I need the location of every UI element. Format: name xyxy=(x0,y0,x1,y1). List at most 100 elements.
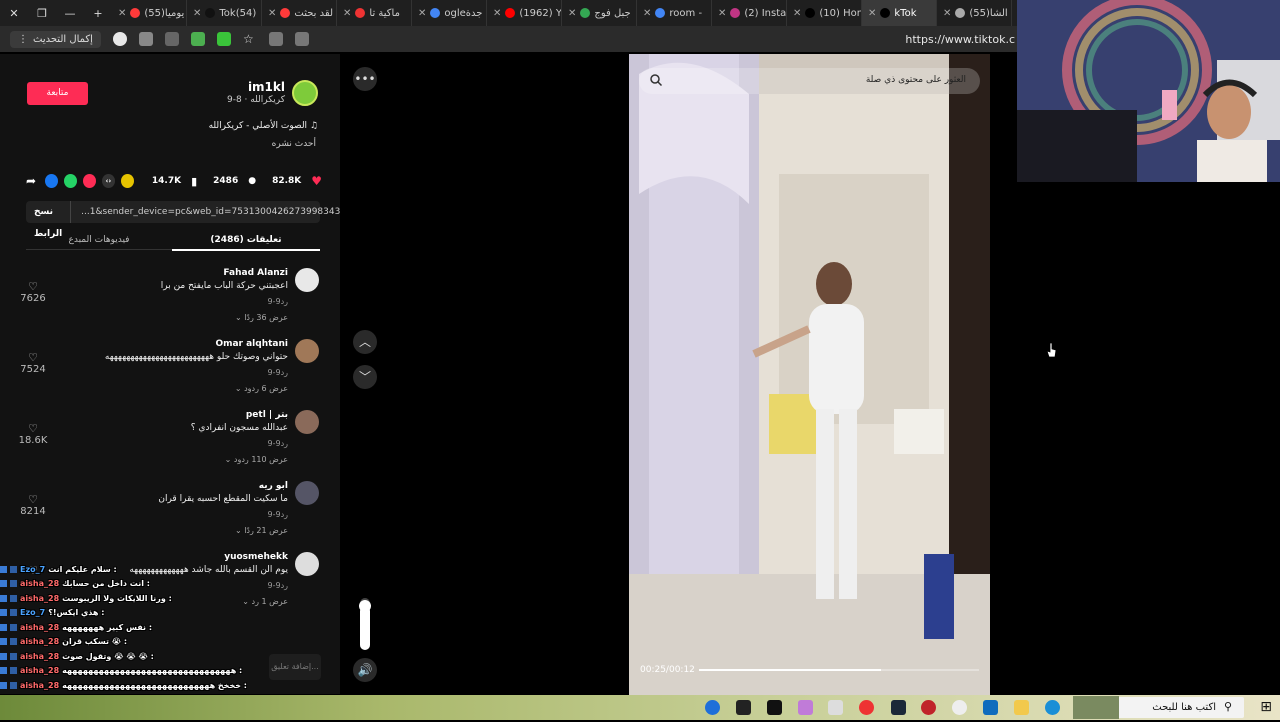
username[interactable]: im1kl xyxy=(248,80,285,94)
close-tab-icon[interactable]: ✕ xyxy=(718,8,726,19)
next-video-button[interactable]: ﹀ xyxy=(353,365,377,389)
close-tab-icon[interactable]: ✕ xyxy=(193,8,201,19)
browser-tab[interactable]: ✕ ogleجدة xyxy=(412,0,487,26)
browser-tab[interactable]: ✕ (55)الشا xyxy=(937,0,1012,26)
video-search-box[interactable]: العثور على محتوى ذي صلة xyxy=(639,68,980,94)
reply-link[interactable]: رد xyxy=(281,368,288,377)
close-tab-icon[interactable]: ✕ xyxy=(418,8,426,19)
previous-video-button[interactable]: ︿ xyxy=(353,330,377,354)
comment-icon[interactable]: ● xyxy=(248,176,256,186)
folder-icon[interactable] xyxy=(1014,700,1029,715)
comment-author[interactable]: yuosmehekk xyxy=(224,552,288,562)
translate-icon[interactable] xyxy=(268,32,283,46)
send-icon[interactable] xyxy=(82,174,96,188)
comment-like[interactable]: ♡ 7524 xyxy=(18,351,48,375)
close-tab-icon[interactable]: ✕ xyxy=(343,8,351,19)
close-tab-icon[interactable]: ✕ xyxy=(643,8,651,19)
close-tab-icon[interactable]: ✕ xyxy=(793,8,801,19)
browser-tab[interactable]: ✕ ماكية تا xyxy=(337,0,412,26)
comment-like[interactable]: ♡ 18.6K xyxy=(18,422,48,446)
taskbar-app-icon-8[interactable] xyxy=(921,700,936,715)
avatar[interactable] xyxy=(295,339,319,363)
avatar[interactable] xyxy=(295,552,319,576)
facebook-icon[interactable] xyxy=(44,174,58,188)
restore-window-icon[interactable]: ❐ xyxy=(28,7,56,20)
windows-start-icon[interactable]: ⊞ xyxy=(1260,699,1272,715)
close-tab-icon[interactable]: ✕ xyxy=(268,8,276,19)
copy-link-button[interactable]: نسخ الرابط xyxy=(26,201,72,239)
close-tab-icon[interactable]: ✕ xyxy=(493,8,501,19)
taskbar-app-icon-5[interactable] xyxy=(828,700,843,715)
taskbar-app-icon-3[interactable] xyxy=(767,700,782,715)
video-player[interactable]: العثور على محتوى ذي صلة 00:25/00:12 xyxy=(629,54,990,695)
avatar[interactable] xyxy=(292,80,318,106)
sound-label[interactable]: ♫ الصوت الأصلي - كريكرالله xyxy=(209,121,318,131)
comment-author[interactable]: petl | بتر xyxy=(246,410,288,420)
tab-search-icon[interactable] xyxy=(138,32,153,46)
taskbar-app-icon-2[interactable] xyxy=(736,700,751,715)
video-progress-bar[interactable] xyxy=(699,669,979,671)
share-arrow-icon[interactable]: ➦ xyxy=(26,174,39,188)
bookmark-star-icon[interactable]: ☆ xyxy=(243,32,257,46)
comment-author[interactable]: ابو ريه xyxy=(259,481,288,491)
browser-tab[interactable]: ✕ (2) Insta xyxy=(712,0,787,26)
avatar[interactable] xyxy=(295,410,319,434)
reply-link[interactable]: رد xyxy=(281,510,288,519)
whatsapp-icon[interactable] xyxy=(63,174,77,188)
reply-link[interactable]: رد xyxy=(281,439,288,448)
browser-tab[interactable]: ✕ (10) Hom xyxy=(787,0,862,26)
close-tab-icon[interactable]: ✕ xyxy=(943,8,951,19)
bookmark-icon[interactable]: ▮ xyxy=(191,175,197,188)
taskbar-app-icon-4[interactable] xyxy=(798,700,813,715)
browser-tab[interactable]: ✕ لقد بحثت xyxy=(262,0,337,26)
shield-icon[interactable] xyxy=(190,32,205,46)
green-extension-icon[interactable] xyxy=(216,32,231,46)
browser-tab[interactable]: ✕ جبل فوج xyxy=(562,0,637,26)
url-text[interactable]: https://www.tiktok.c xyxy=(905,33,1015,46)
browser-tab[interactable]: ✕ Tok(54) xyxy=(187,0,262,26)
taskbar-app-icon-1[interactable] xyxy=(705,700,720,715)
browser-tab[interactable]: ✕ room - xyxy=(637,0,712,26)
avatar[interactable] xyxy=(295,481,319,505)
view-replies-link[interactable]: ⌄ عرض 6 ردود xyxy=(235,384,288,393)
more-options-icon[interactable]: ••• xyxy=(353,67,377,91)
view-replies-link[interactable]: ⌄ عرض 110 ردود xyxy=(225,455,288,464)
comment-like[interactable]: ♡ 8214 xyxy=(18,493,48,517)
new-tab-icon[interactable]: + xyxy=(84,7,112,20)
close-tab-icon[interactable]: ✕ xyxy=(568,8,576,19)
chrome-icon[interactable] xyxy=(859,700,874,715)
update-button[interactable]: ⋮ إكمال التحديث xyxy=(10,30,101,48)
volume-icon[interactable]: 🔊 xyxy=(353,658,377,682)
follow-button[interactable]: متابعة xyxy=(27,82,88,105)
tab-comments[interactable]: تعليقات (2486) xyxy=(172,231,320,251)
volume-knob[interactable] xyxy=(359,599,371,612)
embed-icon[interactable]: ‹› xyxy=(101,174,115,188)
extension-icon[interactable] xyxy=(164,32,179,46)
view-replies-link[interactable]: ⌄ عرض 21 ردًا xyxy=(235,526,288,535)
outlook-icon[interactable] xyxy=(983,700,998,715)
taskbar-widget[interactable] xyxy=(1073,696,1119,719)
minimize-window-icon[interactable]: — xyxy=(56,7,84,20)
edge-icon[interactable] xyxy=(1045,700,1060,715)
view-replies-link[interactable]: ⌄ عرض 36 ردًا xyxy=(235,313,288,322)
settings-icon[interactable] xyxy=(952,700,967,715)
volume-slider[interactable] xyxy=(359,598,371,650)
comment-like[interactable]: ♡ 7626 xyxy=(18,280,48,304)
browser-tab[interactable]: ✕ kTok xyxy=(862,0,937,26)
comment-author[interactable]: Omar alqhtani xyxy=(215,339,288,349)
share-link-text[interactable]: ...1&sender_device=pc&web_id=75313004262… xyxy=(71,207,340,217)
heart-icon[interactable]: ♥ xyxy=(311,174,322,188)
avatar[interactable] xyxy=(295,268,319,292)
browser-tab[interactable]: ✕ (1962) Y xyxy=(487,0,562,26)
browser-tab[interactable]: ✕ (55)يوميا xyxy=(112,0,187,26)
comment-author[interactable]: Fahad Alanzi xyxy=(223,268,288,278)
reply-link[interactable]: رد xyxy=(281,297,288,306)
steam-icon[interactable] xyxy=(891,700,906,715)
profile-icon[interactable] xyxy=(112,32,127,46)
close-window-icon[interactable]: ✕ xyxy=(0,7,28,20)
tab-creator-videos[interactable]: فيديوهات المبدع xyxy=(26,231,172,250)
coin-icon[interactable] xyxy=(120,174,134,188)
cast-icon[interactable] xyxy=(294,32,309,46)
close-tab-icon[interactable]: ✕ xyxy=(118,8,126,19)
close-tab-icon[interactable]: ✕ xyxy=(868,8,876,19)
